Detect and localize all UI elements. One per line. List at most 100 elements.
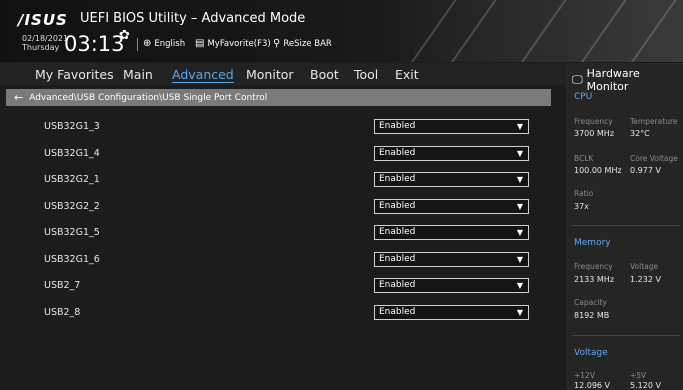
tab-boot[interactable]: Boot [310,67,339,82]
port-select[interactable]: Enabled ▼ [374,119,529,134]
tab-my-favorites[interactable]: My Favorites [35,67,114,82]
tab-monitor[interactable]: Monitor [246,67,294,82]
bclk-value: 100.00 MHz [574,166,622,175]
cpu-frequency-label: Frequency [574,117,613,126]
hardware-monitor-panel: 🖵 Hardware Monitor CPU Frequency Tempera… [566,63,683,390]
port-select[interactable]: Enabled ▼ [374,146,529,161]
dropdown-caret-icon: ▼ [516,308,523,317]
date-value: 02/18/2021 [22,34,69,43]
port-select[interactable]: Enabled ▼ [374,305,529,320]
decor-streak [508,0,574,62]
language-label: English [154,38,186,49]
dropdown-caret-icon: ▼ [516,149,523,158]
globe-icon: ⊕ [143,38,152,49]
port-label: USB32G1_4 [44,148,100,159]
decor-streak [398,0,464,62]
memory-frequency-value: 2133 MHz [574,275,615,284]
dropdown-caret-icon: ▼ [516,281,523,290]
core-voltage-value: 0.977 V [630,166,661,175]
v12-label: +12V [574,371,595,380]
dropdown-caret-icon: ▼ [516,255,523,264]
cpu-temperature-label: Temperature [630,117,678,126]
port-label: USB32G1_6 [44,254,100,265]
cpu-frequency-value: 3700 MHz [574,129,615,138]
memory-voltage-value: 1.232 V [630,275,661,284]
main-menu: My Favorites Main Advanced Monitor Boot … [0,63,566,85]
port-select[interactable]: Enabled ▼ [374,172,529,187]
setting-row: USB32G1_5 Enabled ▼ [44,225,544,245]
select-value: Enabled [379,280,416,290]
cpu-heading: CPU [574,92,593,102]
setting-row: USB32G2_2 Enabled ▼ [44,199,544,219]
core-voltage-label: Core Voltage [630,154,678,163]
port-label: USB32G2_1 [44,174,100,185]
ratio-value: 37x [574,202,589,211]
dropdown-caret-icon: ▼ [516,202,523,211]
gear-icon[interactable]: ✿ [119,28,130,43]
v5-label: +5V [630,371,647,380]
port-select[interactable]: Enabled ▼ [374,199,529,214]
select-value: Enabled [379,254,416,264]
setting-row: USB2_7 Enabled ▼ [44,278,544,298]
port-label: USB32G2_2 [44,201,100,212]
select-value: Enabled [379,174,416,184]
header-bar: /ISUS UEFI BIOS Utility – Advanced Mode … [0,0,683,62]
decor-streak [568,0,634,62]
dropdown-caret-icon: ▼ [516,122,523,131]
setting-row: USB32G1_6 Enabled ▼ [44,252,544,272]
select-value: Enabled [379,307,416,317]
v5-value: 5.120 V [630,381,661,390]
tab-exit[interactable]: Exit [395,67,419,82]
port-select[interactable]: Enabled ▼ [374,252,529,267]
v12-value: 12.096 V [574,381,611,390]
dropdown-caret-icon: ▼ [516,228,523,237]
port-label: USB2_8 [44,307,81,318]
myfavorite-label: MyFavorite(F3) [207,38,271,49]
tab-advanced[interactable]: Advanced [172,67,234,82]
breadcrumb-path: Advanced\USB Configuration\USB Single Po… [29,92,268,103]
decor-streak [618,0,683,62]
tab-tool[interactable]: Tool [354,67,378,82]
day-value: Thursday [22,43,60,52]
capacity-value: 8192 MB [574,311,610,320]
select-value: Enabled [379,227,416,237]
capacity-label: Capacity [574,298,607,307]
setting-row: USB32G2_1 Enabled ▼ [44,172,544,192]
dropdown-caret-icon: ▼ [516,175,523,184]
setting-row: USB2_8 Enabled ▼ [44,305,544,325]
bclk-label: BCLK [574,154,594,163]
hardware-monitor-title: 🖵 Hardware Monitor [572,67,683,93]
breadcrumb[interactable]: ← Advanced\USB Configuration\USB Single … [6,89,551,106]
memory-heading: Memory [574,238,611,248]
select-value: Enabled [379,121,416,131]
section-divider [572,335,680,336]
setting-row: USB32G1_3 Enabled ▼ [44,119,544,139]
select-value: Enabled [379,148,416,158]
language-button[interactable]: ⊕ English [143,38,185,49]
resize-bar-button[interactable]: ⚲ ReSize BAR [273,38,332,49]
time-display: 03:13 [64,32,125,56]
section-divider [572,225,680,226]
ratio-label: Ratio [574,189,594,198]
port-select[interactable]: Enabled ▼ [374,278,529,293]
header-separator [137,38,138,51]
myfavorite-button[interactable]: ▤ MyFavorite(F3) [195,38,271,49]
hw-title-text: Hardware Monitor [586,67,640,93]
asus-logo: /ISUS [18,11,68,29]
port-label: USB32G1_3 [44,121,100,132]
date-display: 02/18/2021 Thursday [22,34,68,52]
cpu-temperature-value: 32°C [630,129,650,138]
back-arrow-icon[interactable]: ← [14,91,23,104]
port-label: USB2_7 [44,280,81,291]
tab-main[interactable]: Main [123,67,153,82]
select-value: Enabled [379,201,416,211]
voltage-heading: Voltage [574,348,608,358]
setting-row: USB32G1_4 Enabled ▼ [44,146,544,166]
favorite-icon: ▤ [195,38,205,49]
resize-bar-icon: ⚲ [273,38,281,49]
memory-voltage-label: Voltage [630,262,659,271]
port-select[interactable]: Enabled ▼ [374,225,529,240]
resize-bar-label: ReSize BAR [283,38,332,49]
memory-frequency-label: Frequency [574,262,613,271]
monitor-icon: 🖵 [572,73,583,86]
